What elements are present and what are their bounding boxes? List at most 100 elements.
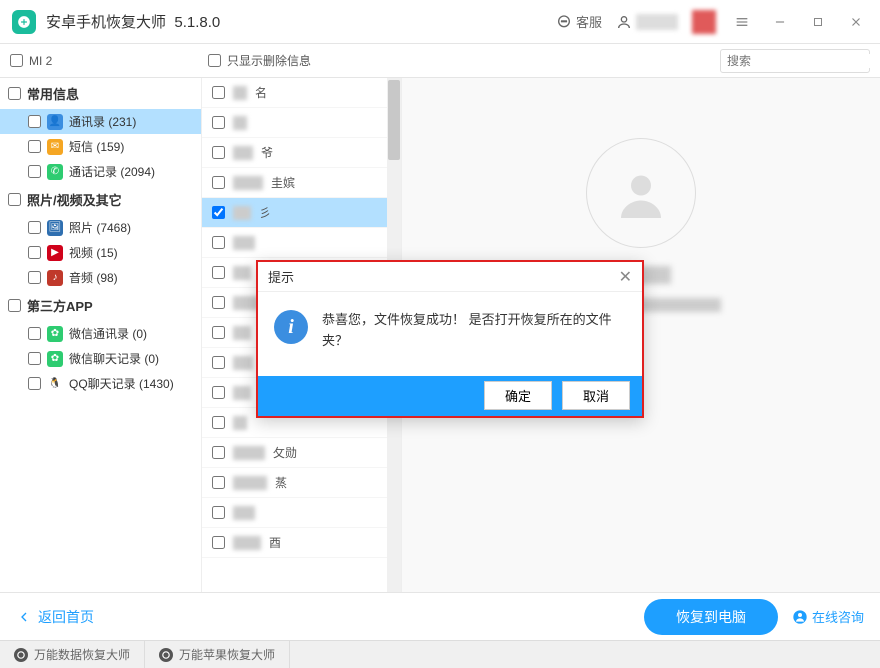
group-checkbox[interactable] [8, 193, 21, 206]
search-input[interactable] [727, 54, 880, 68]
row-checkbox[interactable] [212, 446, 225, 459]
category-icon: ♪ [47, 270, 63, 286]
row-checkbox[interactable] [212, 356, 225, 369]
blurred-text [233, 266, 251, 280]
row-checkbox[interactable] [212, 416, 225, 429]
group-checkbox[interactable] [8, 299, 21, 312]
list-item[interactable]: 蒸 [202, 468, 401, 498]
sidebar-item[interactable]: 🖼照片 (7468) [0, 215, 201, 240]
app-name: 安卓手机恢复大师 [46, 14, 166, 31]
row-checkbox[interactable] [212, 116, 225, 129]
group-checkbox[interactable] [8, 87, 21, 100]
row-checkbox[interactable] [212, 146, 225, 159]
item-checkbox[interactable] [28, 327, 41, 340]
sidebar-group-header[interactable]: 第三方APP [0, 290, 201, 321]
list-item[interactable]: 名 [202, 78, 401, 108]
bottom-tab-apple-recovery[interactable]: 万能苹果恢复大师 [145, 641, 290, 668]
menu-button[interactable] [730, 10, 754, 34]
blurred-text [233, 506, 255, 520]
list-item[interactable] [202, 498, 401, 528]
sidebar-item[interactable]: 🐧QQ聊天记录 (1430) [0, 371, 201, 396]
item-label: 短信 (159) [69, 138, 124, 155]
item-checkbox[interactable] [28, 271, 41, 284]
search-box[interactable] [720, 49, 870, 73]
category-icon: 🐧 [47, 376, 63, 392]
row-checkbox[interactable] [212, 266, 225, 279]
row-checkbox[interactable] [212, 236, 225, 249]
item-label: 微信通讯录 (0) [69, 325, 147, 342]
category-icon: 👤 [47, 114, 63, 130]
row-checkbox[interactable] [212, 86, 225, 99]
row-checkbox[interactable] [212, 206, 225, 219]
row-checkbox[interactable] [212, 296, 225, 309]
blurred-text [233, 446, 265, 460]
item-checkbox[interactable] [28, 246, 41, 259]
blurred-text [233, 206, 251, 220]
sidebar-item[interactable]: ✆通话记录 (2094) [0, 159, 201, 184]
row-checkbox[interactable] [212, 176, 225, 189]
footer: 返回首页 恢复到电脑 在线咨询 [0, 592, 880, 640]
item-checkbox[interactable] [28, 140, 41, 153]
category-icon: ✉ [47, 139, 63, 155]
consult-label: 在线咨询 [812, 607, 864, 626]
dialog-header: 提示 ✕ [258, 262, 642, 292]
item-checkbox[interactable] [28, 115, 41, 128]
list-item[interactable] [202, 228, 401, 258]
titlebar: 安卓手机恢复大师 5.1.8.0 客服 [0, 0, 880, 44]
list-item[interactable] [202, 108, 401, 138]
user-avatar[interactable] [692, 10, 716, 34]
category-icon: ✿ [47, 351, 63, 367]
sidebar-item[interactable]: ✿微信聊天记录 (0) [0, 346, 201, 371]
device-checkbox[interactable] [10, 54, 23, 67]
sidebar-group-header[interactable]: 常用信息 [0, 78, 201, 109]
filter-deleted-checkbox[interactable] [208, 54, 221, 67]
item-checkbox[interactable] [28, 221, 41, 234]
row-checkbox[interactable] [212, 536, 225, 549]
minimize-button[interactable] [768, 10, 792, 34]
sidebar-item[interactable]: ♪音频 (98) [0, 265, 201, 290]
row-checkbox[interactable] [212, 326, 225, 339]
app-logo [12, 10, 36, 34]
online-consult-link[interactable]: 在线咨询 [792, 607, 864, 626]
sidebar-item[interactable]: ✉ 短信 (159) [0, 134, 201, 159]
list-item[interactable]: 圭嫔 [202, 168, 401, 198]
tab-logo-icon [159, 648, 173, 662]
row-checkbox[interactable] [212, 506, 225, 519]
row-checkbox[interactable] [212, 386, 225, 399]
sidebar-item[interactable]: ▶视频 (15) [0, 240, 201, 265]
contact-name-partial: 名 [255, 84, 267, 101]
sidebar-item[interactable]: 👤通讯录 (231) [0, 109, 201, 134]
maximize-button[interactable] [806, 10, 830, 34]
bottom-tab-data-recovery[interactable]: 万能数据恢复大师 [0, 641, 145, 668]
category-icon: ✿ [47, 326, 63, 342]
blurred-text [233, 236, 255, 250]
restore-to-pc-button[interactable]: 恢复到电脑 [644, 599, 778, 635]
group-title: 常用信息 [27, 84, 79, 103]
sidebar-item[interactable]: ✿ 微信通讯录 (0) [0, 321, 201, 346]
list-item[interactable]: 彡 [202, 198, 401, 228]
blurred-text [233, 386, 251, 400]
item-checkbox[interactable] [28, 352, 41, 365]
filter-label: 只显示删除信息 [227, 52, 311, 69]
blurred-text [233, 416, 247, 430]
list-item[interactable]: 酉 [202, 528, 401, 558]
sidebar-group-header[interactable]: 照片/视频及其它 [0, 184, 201, 215]
dialog-body: i 恭喜您，文件恢复成功！ 是否打开恢复所在的文件夹？ [258, 292, 642, 376]
back-home-link[interactable]: 返回首页 [16, 607, 94, 627]
blurred-text [233, 326, 251, 340]
username-blurred [636, 14, 678, 30]
user-menu[interactable] [616, 14, 678, 30]
item-checkbox[interactable] [28, 377, 41, 390]
list-item[interactable]: 爷 [202, 138, 401, 168]
close-button[interactable] [844, 10, 868, 34]
item-checkbox[interactable] [28, 165, 41, 178]
dialog-close-button[interactable]: ✕ [619, 267, 632, 287]
contact-name-partial: 爷 [261, 144, 273, 161]
customer-service-button[interactable]: 客服 [556, 12, 602, 31]
dialog-ok-button[interactable]: 确定 [484, 381, 552, 410]
dialog-cancel-button[interactable]: 取消 [562, 381, 630, 410]
item-label: 视频 (15) [69, 244, 118, 261]
scroll-thumb[interactable] [388, 80, 400, 160]
list-item[interactable]: 攵勋 [202, 438, 401, 468]
row-checkbox[interactable] [212, 476, 225, 489]
